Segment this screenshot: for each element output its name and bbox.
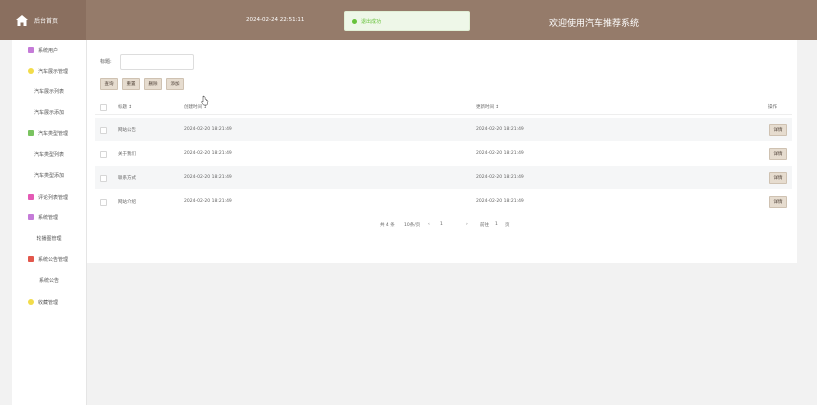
- car-icon: [28, 130, 34, 136]
- sidebar-item-label: 系统管理: [38, 214, 59, 221]
- sidebar-item-label: 评论列表管理: [38, 194, 69, 201]
- sidebar-item-label: 轮播图管理: [36, 235, 62, 242]
- detail-button[interactable]: 详情: [769, 124, 787, 136]
- top-bar: 后台首页 2024-02-24 22:51:11 退出成功 欢迎使用汽车推荐系统: [0, 0, 817, 40]
- prev-page-button[interactable]: ‹: [428, 222, 430, 227]
- row-checkbox[interactable]: [100, 127, 107, 134]
- row-title: 联系方式: [118, 176, 136, 181]
- sidebar-item-car-display[interactable]: 汽车展示管理: [12, 65, 86, 77]
- sidebar-item-label: 系统公告管理: [38, 256, 69, 263]
- sidebar-item-label: 汽车展示列表: [33, 88, 64, 95]
- row-checkbox[interactable]: [100, 175, 107, 182]
- page-suffix: 页: [505, 223, 510, 228]
- sidebar: 系统用户 汽车展示管理 汽车展示列表 汽车展示添加 汽车类型管理 汽车类型列表 …: [12, 40, 87, 405]
- row-title: 网站公告: [118, 128, 136, 133]
- sidebar-item-car-display-add[interactable]: 汽车展示添加: [12, 106, 86, 118]
- table-header: 标题 ↕ 创建时间 ↕ 更新时间 ↕ 操作: [95, 100, 792, 115]
- detail-button[interactable]: 详情: [769, 196, 787, 208]
- add-button[interactable]: 添加: [166, 78, 184, 90]
- detail-button[interactable]: 详情: [769, 172, 787, 184]
- table-row: 网站公告 2024-02-20 18:21:49 2024-02-20 18:2…: [95, 118, 792, 141]
- sidebar-item-label: 汽车类型添加: [33, 172, 64, 179]
- datetime: 2024-02-24 22:51:11: [246, 17, 305, 23]
- column-action: 操作: [768, 105, 777, 110]
- row-title: 关于我们: [118, 152, 136, 157]
- sidebar-item-car-type-list[interactable]: 汽车类型列表: [12, 148, 86, 160]
- sidebar-item-label: 系统用户: [38, 47, 59, 54]
- sidebar-item-comments[interactable]: 评论列表管理: [12, 191, 86, 203]
- sidebar-item-system-users[interactable]: 系统用户: [12, 44, 86, 56]
- row-title: 网站介绍: [118, 200, 136, 205]
- table-row: 网站介绍 2024-02-20 18:21:49 2024-02-20 18:2…: [95, 190, 792, 213]
- sidebar-item-label: 汽车类型列表: [33, 151, 64, 158]
- home-icon: [16, 14, 28, 26]
- toast-message: 退出成功: [361, 18, 382, 25]
- circle-icon: [28, 68, 34, 74]
- detail-button[interactable]: 详情: [769, 148, 787, 160]
- table-row: 联系方式 2024-02-20 18:21:49 2024-02-20 18:2…: [95, 166, 792, 189]
- column-updated[interactable]: 更新时间 ↕: [476, 104, 499, 110]
- delete-button[interactable]: 删除: [144, 78, 162, 90]
- search-label: 标题:: [100, 59, 112, 65]
- query-button[interactable]: 查询: [100, 78, 118, 90]
- title-search-input[interactable]: [120, 54, 194, 70]
- sidebar-item-label: 汽车展示添加: [33, 109, 64, 116]
- row-checkbox[interactable]: [100, 151, 107, 158]
- user-icon: [28, 47, 34, 53]
- sidebar-item-notice[interactable]: 系统公告: [12, 274, 86, 286]
- sidebar-item-car-type-add[interactable]: 汽车类型添加: [12, 169, 86, 181]
- row-updated: 2024-02-20 18:21:49: [476, 199, 524, 204]
- column-title[interactable]: 标题 ↕: [118, 104, 132, 110]
- sidebar-item-label: 系统公告: [38, 277, 59, 284]
- sidebar-item-notice-manage[interactable]: 系统公告管理: [12, 253, 86, 265]
- home-link[interactable]: 后台首页: [0, 0, 86, 40]
- sidebar-item-car-display-list[interactable]: 汽车展示列表: [12, 85, 86, 97]
- page-size-select[interactable]: 10条/页: [404, 222, 420, 228]
- gear-icon: [28, 214, 34, 220]
- row-updated: 2024-02-20 18:21:49: [476, 127, 524, 132]
- row-checkbox[interactable]: [100, 199, 107, 206]
- select-all-checkbox[interactable]: [100, 104, 107, 111]
- row-created: 2024-02-20 18:21:49: [184, 151, 232, 156]
- pagination-total: 共 4 条: [380, 223, 395, 228]
- sidebar-item-label: 汽车展示管理: [38, 68, 69, 75]
- sidebar-item-favorites[interactable]: 收藏管理: [12, 296, 86, 308]
- next-page-button[interactable]: ›: [466, 222, 468, 227]
- row-created: 2024-02-20 18:21:49: [184, 175, 232, 180]
- success-icon: [352, 18, 357, 24]
- star-icon: [28, 299, 34, 305]
- table-row: 关于我们 2024-02-20 18:21:49 2024-02-20 18:2…: [95, 142, 792, 165]
- goto-label: 前往: [480, 223, 489, 228]
- sidebar-item-label: 汽车类型管理: [38, 130, 69, 137]
- row-updated: 2024-02-20 18:21:49: [476, 175, 524, 180]
- sidebar-item-label: 收藏管理: [38, 299, 59, 306]
- row-created: 2024-02-20 18:21:49: [184, 127, 232, 132]
- row-created: 2024-02-20 18:21:49: [184, 199, 232, 204]
- page-number-button[interactable]: 1: [440, 222, 443, 227]
- goto-page-input[interactable]: 1: [495, 222, 498, 227]
- sidebar-item-car-type[interactable]: 汽车类型管理: [12, 127, 86, 139]
- sidebar-item-system-manage[interactable]: 系统管理: [12, 211, 86, 223]
- row-updated: 2024-02-20 18:21:49: [476, 151, 524, 156]
- home-label: 后台首页: [34, 17, 59, 25]
- sidebar-item-carousel[interactable]: 轮播图管理: [12, 232, 86, 244]
- comment-icon: [28, 194, 34, 200]
- reset-button[interactable]: 重置: [122, 78, 140, 90]
- welcome-title: 欢迎使用汽车推荐系统: [549, 19, 640, 29]
- success-toast: 退出成功: [344, 11, 470, 31]
- notice-icon: [28, 256, 34, 262]
- cursor-icon: [201, 95, 209, 106]
